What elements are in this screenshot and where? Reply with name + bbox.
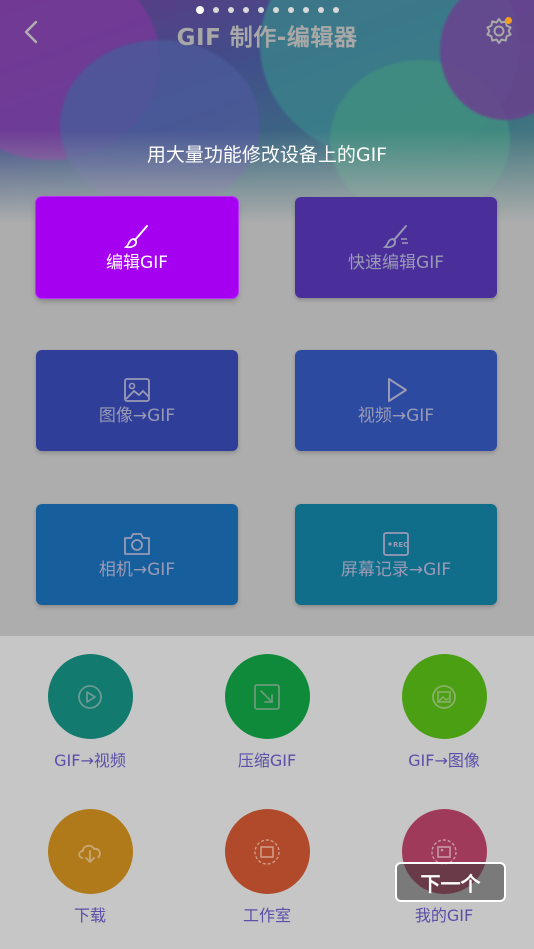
notification-dot — [505, 17, 512, 24]
rec-icon: REC — [383, 531, 409, 556]
card-quick-edit-gif[interactable]: 快速编辑GIF — [295, 197, 497, 298]
tool-label: 压缩GIF — [237, 751, 297, 770]
tool-circle[interactable] — [47, 654, 133, 739]
pager-dot[interactable] — [242, 7, 249, 13]
page-title: GIF 制作-编辑器 — [176, 25, 358, 51]
pager-dot[interactable] — [302, 7, 309, 13]
card-label: 编辑GIF — [106, 252, 168, 273]
brush-icon — [123, 224, 148, 248]
svg-text:REC: REC — [393, 541, 408, 549]
pager-dot[interactable] — [257, 7, 264, 13]
card-label: 屏幕记录→GIF — [340, 559, 452, 580]
camera-icon — [124, 532, 150, 555]
tool-label: GIF→视频 — [54, 751, 126, 770]
card-label: 快速编辑GIF — [348, 252, 444, 273]
video-convert-icon — [78, 684, 102, 709]
tagline: 用大量功能修改设备上的GIF — [146, 144, 388, 166]
tool-studio[interactable]: 工作室 — [207, 809, 327, 926]
card-camera-to-gif[interactable]: 相机→GIF — [36, 504, 238, 605]
card-screen-record-to-gif[interactable]: REC 屏幕记录→GIF — [295, 504, 497, 605]
tool-circle[interactable] — [401, 654, 487, 739]
card-label: 相机→GIF — [98, 559, 176, 580]
pager-dot[interactable] — [287, 7, 294, 13]
card-label: 视频→GIF — [357, 405, 435, 426]
next-button[interactable]: 下一个 — [395, 862, 506, 902]
top-bar: GIF 制作-编辑器 — [0, 0, 534, 64]
studio-icon — [254, 838, 280, 865]
tool-gif-to-video[interactable]: GIF→视频 — [30, 654, 150, 771]
play-icon — [388, 377, 407, 402]
tool-compress-gif[interactable]: 压缩GIF — [207, 654, 327, 771]
tool-label: GIF→图像 — [408, 751, 480, 770]
pager-dot[interactable] — [227, 7, 234, 13]
pager-dot[interactable] — [272, 7, 279, 13]
tool-label: 工作室 — [242, 906, 291, 925]
image-convert-icon — [432, 684, 456, 709]
tool-circle[interactable] — [47, 809, 133, 894]
card-edit-gif[interactable]: 编辑GIF — [36, 197, 238, 298]
pager-dot[interactable] — [317, 7, 324, 13]
tool-circle[interactable] — [224, 654, 310, 739]
pager-dot[interactable] — [195, 6, 204, 14]
compress-icon — [254, 683, 280, 710]
pager-dot[interactable] — [212, 7, 219, 13]
quick-brush-icon — [382, 224, 408, 248]
card-video-to-gif[interactable]: 视频→GIF — [295, 350, 497, 451]
tool-label: 我的GIF — [414, 906, 474, 925]
tool-circle[interactable] — [224, 809, 310, 894]
tool-gif-to-image[interactable]: GIF→图像 — [384, 654, 504, 771]
tool-label: 下载 — [73, 906, 106, 925]
card-image-to-gif[interactable]: 图像→GIF — [36, 350, 238, 451]
pager-dot[interactable] — [332, 7, 339, 13]
cloud-download-icon — [78, 844, 101, 863]
pager-dots — [0, 6, 534, 14]
image-icon — [124, 377, 150, 402]
tool-download[interactable]: 下载 — [30, 809, 150, 926]
card-label: 图像→GIF — [98, 405, 176, 426]
